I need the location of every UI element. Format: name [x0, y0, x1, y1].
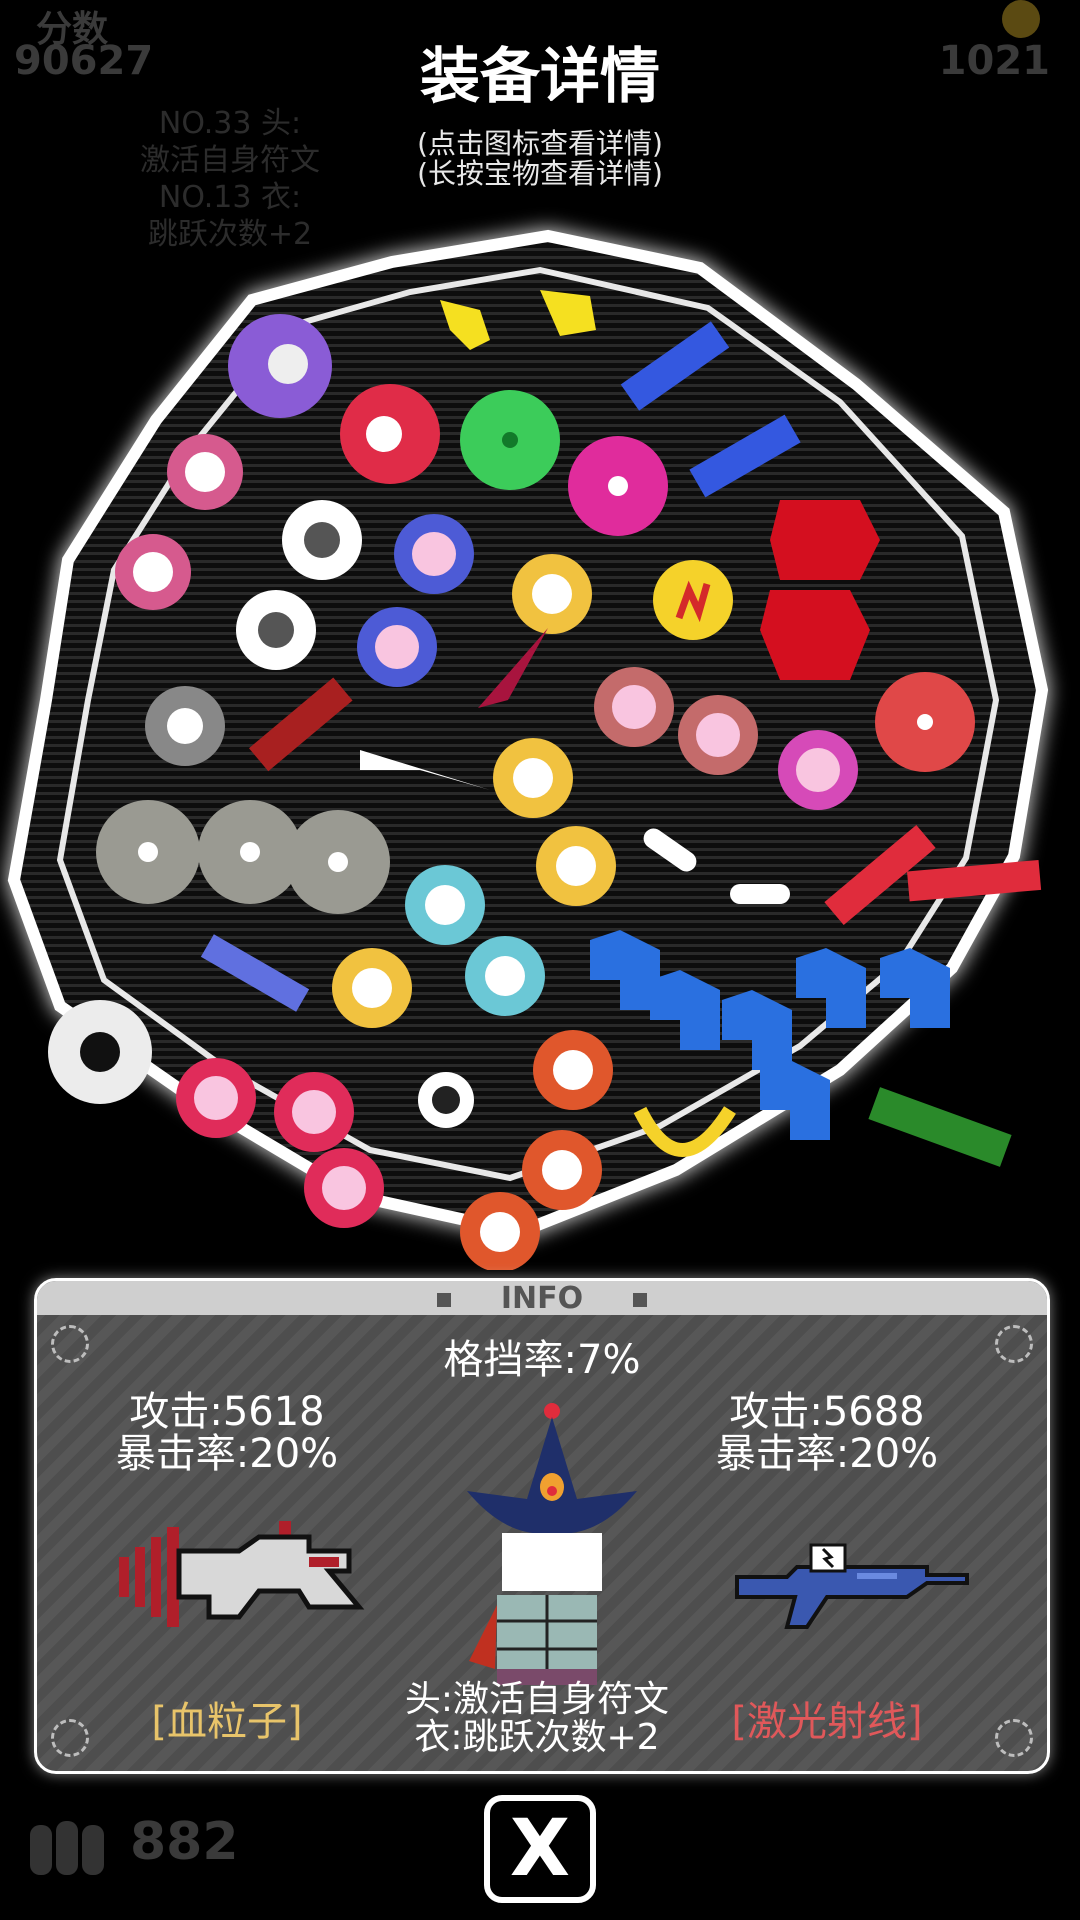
- gear-icon: [115, 534, 191, 610]
- gear-icon: [778, 730, 858, 810]
- ammo-icon: [30, 1815, 120, 1875]
- orb-icon: [228, 314, 332, 418]
- orb-icon: [568, 436, 668, 536]
- orb-icon: [460, 390, 560, 490]
- body-note: 衣:跳跃次数+2: [414, 1717, 660, 1758]
- right-weapon-stats: 攻击:5688 暴击率:20%: [707, 1391, 947, 1475]
- info-header-label: INFO: [500, 1281, 584, 1316]
- left-weapon-name[interactable]: [血粒子]: [107, 1689, 347, 1747]
- hat-character-icon[interactable]: [447, 1399, 657, 1693]
- gear-icon: [594, 667, 674, 747]
- left-crit: 暴击率:20%: [115, 1431, 339, 1477]
- gear-icon: [493, 738, 573, 818]
- square-icon: [436, 1292, 451, 1307]
- gear-icon: [332, 948, 412, 1028]
- gear-icon: [394, 514, 474, 594]
- info-header: INFO: [37, 1281, 1047, 1316]
- orb-icon: [48, 1000, 152, 1104]
- bar-icon: [868, 1087, 1012, 1167]
- gear-icon: [357, 607, 437, 687]
- info-panel: INFO 格挡率:7% 攻击:5618 暴击率:20% [血粒子] 攻击:568…: [34, 1278, 1050, 1774]
- gear-icon: [274, 1072, 354, 1152]
- gear-icon: [460, 1192, 540, 1270]
- orb-icon: [653, 560, 733, 640]
- close-icon: X: [509, 1804, 571, 1894]
- gear-icon: [145, 686, 225, 766]
- square-icon: [633, 1292, 648, 1307]
- hexagon-icon: [770, 500, 880, 580]
- gear-icon: [282, 500, 362, 580]
- laser-rifle-icon[interactable]: [727, 1527, 977, 1641]
- gear-icon: [176, 1058, 256, 1138]
- treasure-polygon[interactable]: [0, 180, 1080, 1270]
- corner-ring-icon: [51, 1719, 89, 1757]
- orb-icon: [96, 800, 200, 904]
- orb-icon: [286, 810, 390, 914]
- blood-particle-gun-icon[interactable]: [109, 1507, 379, 1641]
- gear-icon: [536, 826, 616, 906]
- page-title: 装备详情: [420, 42, 660, 112]
- gear-icon: [465, 936, 545, 1016]
- gear-icon: [522, 1130, 602, 1210]
- orb-icon: [418, 1072, 474, 1128]
- orb-icon: [340, 384, 440, 484]
- right-weapon-name[interactable]: [激光射线]: [677, 1689, 977, 1747]
- gear-icon: [678, 695, 758, 775]
- gear-icon: [236, 590, 316, 670]
- left-attack: 攻击:5618: [129, 1389, 325, 1435]
- left-weapon-stats: 攻击:5618 暴击率:20%: [107, 1391, 347, 1475]
- gear-icon: [304, 1148, 384, 1228]
- corner-ring-icon: [995, 1719, 1033, 1757]
- head-note: 头:激活自身符文: [404, 1679, 670, 1720]
- gear-icon: [405, 865, 485, 945]
- right-crit: 暴击率:20%: [715, 1431, 939, 1477]
- pill-icon: [730, 884, 790, 904]
- gear-icon: [167, 434, 243, 510]
- character-notes: 头:激活自身符文 衣:跳跃次数+2: [367, 1681, 707, 1757]
- block-rate: 格挡率:7%: [443, 1337, 641, 1383]
- close-button[interactable]: X: [484, 1795, 596, 1903]
- gear-icon: [512, 554, 592, 634]
- gear-icon: [533, 1030, 613, 1110]
- hexagon-icon: [760, 590, 870, 680]
- ammo-value: 882: [130, 1812, 239, 1872]
- orb-icon: [875, 672, 975, 772]
- orb-icon: [198, 800, 302, 904]
- right-attack: 攻击:5688: [729, 1389, 925, 1435]
